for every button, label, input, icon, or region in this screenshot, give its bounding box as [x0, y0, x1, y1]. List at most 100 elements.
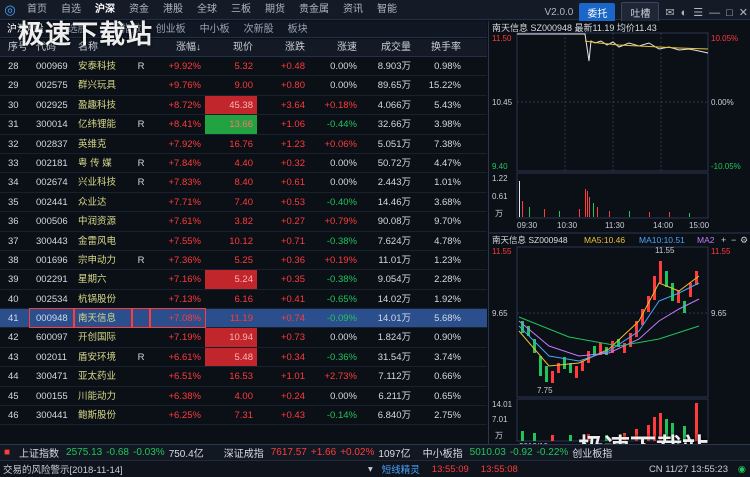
row-index: 32 — [8, 138, 19, 150]
price: 16.76 — [229, 138, 253, 150]
volume: 9.054万 — [377, 274, 411, 286]
speed: +0.19% — [324, 254, 358, 266]
zoom-in-icon[interactable]: + — [721, 235, 726, 245]
table-row[interactable]: 31 300014 亿纬锂能 R +8.41% 13.66 +1.06 -0.44% 32.66… — [0, 115, 487, 135]
stock-code: 001696 — [36, 254, 68, 266]
table-row[interactable]: 44 300471 亚太药业 +6.51% 16.53 +1.01 +2.73% 7.112万… — [0, 367, 487, 387]
table-row[interactable]: 30 002925 盈趣科技 +8.72% 45.38 +3.64 +0.18% 4.066万… — [0, 95, 487, 116]
maximize-icon[interactable]: □ — [726, 7, 733, 19]
menu-item-9[interactable]: 资讯 — [336, 0, 370, 20]
menu-item-5[interactable]: 全球 — [190, 0, 224, 20]
tuzao-button[interactable]: 吐槽 — [621, 2, 660, 23]
row-index: 38 — [8, 254, 19, 266]
cyb-index-name[interactable]: 创业板指 — [570, 445, 614, 460]
speed: 0.00% — [330, 332, 357, 344]
price: 8.40 — [234, 177, 254, 189]
menu-item-7[interactable]: 期货 — [258, 0, 292, 20]
table-row[interactable]: 41 000948 南天信息 +7.08% 11.19 +0.74 -0.09% 14.01万… — [0, 308, 487, 329]
turnover: 2.75% — [434, 410, 461, 422]
row-index: 45 — [8, 390, 19, 402]
zx-index-name[interactable]: 中小板指 — [413, 445, 468, 460]
close-icon[interactable]: ✕ — [739, 6, 748, 19]
subtab-6[interactable]: 板块 — [281, 21, 315, 38]
settings-icon[interactable]: ⚙ — [740, 235, 748, 245]
column-header-7[interactable]: 涨速 — [309, 39, 361, 56]
menu-item-4[interactable]: 港股 — [156, 0, 190, 20]
table-row[interactable]: 29 002575 群兴玩具 +9.76% 9.00 +0.80 0.00% 89.65万 15… — [0, 76, 487, 96]
minimize-icon[interactable]: — — [709, 7, 720, 19]
change: +0.27 — [280, 216, 305, 228]
menu-item-6[interactable]: 三板 — [224, 0, 258, 20]
change: +1.06 — [280, 119, 305, 131]
jingling-label[interactable]: 短线精灵 — [376, 462, 426, 476]
sh-index-name[interactable]: 上证指数 — [14, 445, 64, 460]
table-row[interactable]: 46 300441 鲍斯股份 +6.25% 7.31 +0.43 -0.14% 6.840万 2… — [0, 406, 487, 426]
table-row[interactable]: 36 000506 中润资源 +7.61% 3.82 +0.27 +0.79% 90.08万 9… — [0, 212, 487, 232]
weituo-button[interactable]: 委托 — [579, 3, 616, 22]
table-row[interactable]: 40 002534 杭锅股份 +7.13% 6.16 +0.41 -0.65% 14.02万 1… — [0, 290, 487, 310]
subtab-5[interactable]: 次新股 — [237, 21, 281, 38]
table-row[interactable]: 39 002291 星期六 +7.16% 5.24 +0.35 -0.38% 9.054万 2.… — [0, 270, 487, 290]
k-y-mid: 9.65 — [492, 309, 508, 318]
rzrq-flag — [132, 135, 150, 153]
rzrq-flag — [132, 212, 150, 230]
chart-canvas[interactable]: 南天信息 SZ000948 最新11.19 均价11.43 11.50 10.4… — [489, 21, 750, 451]
menu-icon[interactable]: ☰ — [693, 6, 703, 19]
turnover: 9.70% — [434, 216, 461, 228]
table-row[interactable]: 33 002181 粤 传 媒 R +7.84% 4.40 +0.32 0.00% 50.72万… — [0, 154, 487, 174]
column-header-5[interactable]: 现价 — [205, 39, 257, 56]
change: +0.24 — [280, 390, 305, 402]
stock-code: 002674 — [36, 177, 68, 189]
table-row[interactable]: 34 002674 兴业科技 R +7.83% 8.40 +0.61 0.00% 2.443万 1… — [0, 173, 487, 193]
skin-icon[interactable]: ◐ — [681, 7, 688, 19]
ts-x-3: 14:00 — [653, 221, 674, 230]
rzrq-flag — [131, 308, 151, 329]
stock-name: 盈趣科技 — [78, 99, 117, 111]
table-row[interactable]: 37 300443 金雷风电 +7.55% 10.12 +0.71 -0.38% 7.624万… — [0, 232, 487, 251]
change-pct: +7.36% — [168, 254, 202, 266]
row-index: 34 — [8, 177, 19, 189]
risk-notice[interactable]: 交易的风险警示[2018-11-14] — [0, 462, 365, 476]
column-header-4[interactable]: 涨幅↓ — [150, 39, 205, 56]
table-row[interactable]: 35 002441 众业达 +7.71% 7.40 +0.53 -0.40% 14.46万 3.… — [0, 193, 487, 213]
stock-code: 300471 — [36, 371, 68, 383]
row-index: 44 — [8, 371, 19, 383]
change: +0.71 — [280, 235, 305, 247]
menu-item-8[interactable]: 贵金属 — [292, 0, 336, 20]
price: 5.32 — [234, 61, 254, 72]
toggle-icon[interactable]: ◉ — [738, 464, 746, 475]
stock-name: 兴业科技 — [78, 177, 117, 189]
column-header-6[interactable]: 涨跌 — [257, 39, 309, 56]
column-header-8[interactable]: 成交量 — [361, 39, 415, 56]
stock-code: 300443 — [36, 235, 68, 247]
column-header-9[interactable]: 换手率 — [415, 39, 467, 56]
price: 5.48 — [205, 347, 257, 367]
sz-index-name[interactable]: 深证成指 — [206, 445, 269, 460]
ts-x-1: 10:30 — [557, 221, 578, 230]
table-row[interactable]: 45 000155 川能动力 +6.38% 4.00 +0.24 0.00% 6.211万 0.… — [0, 387, 487, 407]
stock-code: 002534 — [36, 293, 68, 305]
table-row[interactable]: 38 001696 宗申动力 R +7.36% 5.25 +0.36 +0.19% 11.01万… — [0, 251, 487, 271]
subtab-3[interactable]: 创业板 — [149, 21, 193, 38]
volume: 50.72万 — [377, 157, 411, 169]
version-label: V2.0.0 — [544, 7, 574, 18]
speed: +0.18% — [324, 99, 358, 111]
zoom-out-icon[interactable]: − — [731, 235, 736, 245]
table-row[interactable]: 28 000969 安泰科技 R +9.92% 5.32 +0.48 0.00% 8.903万 0… — [0, 57, 487, 77]
turnover: 1.23% — [434, 254, 461, 266]
change: +0.41 — [280, 293, 305, 305]
subtab-4[interactable]: 中小板 — [193, 21, 237, 38]
row-index: 33 — [8, 157, 19, 169]
ma60-line — [518, 316, 700, 347]
zx-index-chg: -0.92 — [509, 447, 533, 458]
table-row[interactable]: 43 002011 盾安环境 R +6.61% 5.48 +0.34 -0.36% 31.54万… — [0, 347, 487, 368]
price: 5.25 — [234, 254, 254, 266]
turnover: 7.38% — [434, 138, 461, 150]
menu-item-10[interactable]: 智能 — [370, 0, 404, 20]
sz-index-chg: +1.66 — [310, 447, 337, 458]
speed: -0.44% — [326, 119, 357, 131]
table-row[interactable]: 32 002837 英维克 +7.92% 16.76 +1.23 +0.06% 5.051万 7… — [0, 135, 487, 154]
bell-icon[interactable]: ▾ — [365, 464, 376, 475]
table-row[interactable]: 42 600097 开创国际 +7.19% 10.94 +0.73 0.00% 1.824万 0… — [0, 328, 487, 348]
message-icon[interactable]: ✉ — [665, 6, 674, 19]
